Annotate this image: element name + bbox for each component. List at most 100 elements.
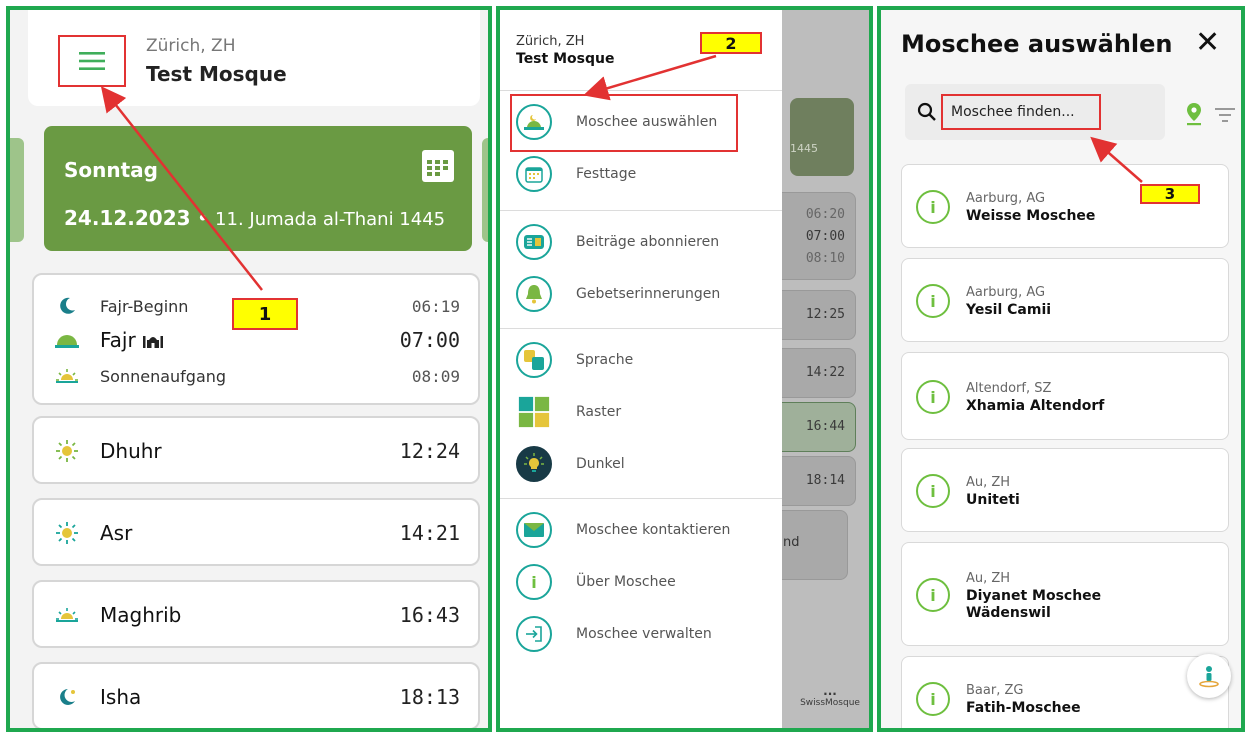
background-nav-label: SwissMosque <box>800 698 860 708</box>
menu-item-dark-mode[interactable]: Dunkel <box>516 446 625 482</box>
mosque-city: Altendorf, SZ <box>966 381 1052 396</box>
menu-item-manage[interactable]: Moschee verwalten <box>516 616 712 652</box>
prayer-row: Asr 14:21 <box>54 520 460 546</box>
dhuhr-card[interactable]: Dhuhr 12:24 <box>32 416 480 484</box>
header-card: Zürich, ZH Test Mosque <box>28 10 480 106</box>
mail-icon <box>516 512 552 548</box>
highlight-box <box>510 94 738 152</box>
location-city: Zürich, ZH <box>146 36 236 56</box>
annotation-label-2: 2 <box>700 32 762 54</box>
date-line: 24.12.2023 • 11. Jumada al-Thani 1445 <box>64 206 445 230</box>
crescent-moon-icon <box>54 293 80 319</box>
divider <box>500 90 782 91</box>
menu-item-language[interactable]: Sprache <box>516 342 633 378</box>
filter-icon[interactable] <box>1215 108 1235 122</box>
search-input[interactable] <box>941 94 1101 130</box>
prayer-time: 07:00 <box>399 328 460 352</box>
prayer-time: 14:21 <box>399 521 460 545</box>
mosque-list-item[interactable]: i Altendorf, SZ Xhamia Altendorf <box>901 352 1229 440</box>
prayer-name: Isha <box>100 685 142 709</box>
prayer-name: Sonnenaufgang <box>100 366 227 386</box>
prayer-row: Isha 18:13 <box>54 684 460 710</box>
menu-item-label: Dunkel <box>576 456 625 472</box>
menu-item-holidays[interactable]: Festtage <box>516 156 636 192</box>
drawer-mosque-name: Test Mosque <box>516 51 615 67</box>
bell-icon <box>516 276 552 312</box>
mosque-city: Au, ZH <box>966 571 1011 586</box>
sun-icon <box>54 520 80 546</box>
prayer-row: Maghrib 16:43 <box>54 602 460 628</box>
gregorian-date: 24.12.2023 <box>64 206 191 230</box>
menu-item-grid[interactable]: Raster <box>516 394 621 430</box>
nearby-location-button[interactable] <box>1187 654 1231 698</box>
asr-card[interactable]: Asr 14:21 <box>32 498 480 566</box>
prayer-row: Dhuhr 12:24 <box>54 438 460 464</box>
mosque-name: Xhamia Altendorf <box>966 398 1105 414</box>
prev-day-card[interactable] <box>10 138 24 242</box>
next-day-card[interactable] <box>482 138 488 242</box>
drawer-city: Zürich, ZH <box>516 34 585 49</box>
select-mosque-screen: Moschee auswählen ✕ i Aarburg, AG Weisse… <box>877 6 1245 732</box>
prayer-name: Fajr <box>100 328 400 352</box>
info-icon: i <box>516 564 552 600</box>
mosque-list-item[interactable]: i Au, ZH Diyanet Moschee Wädenswil <box>901 542 1229 646</box>
mosque-icon <box>143 336 164 348</box>
menu-item-about[interactable]: i Über Moschee <box>516 564 676 600</box>
background-time: 06:20 <box>805 207 845 222</box>
info-icon[interactable]: i <box>916 190 950 224</box>
mosque-city: Aarburg, AG <box>966 191 1046 206</box>
background-prayer-card: 14:22 <box>772 348 856 398</box>
prayer-name: Asr <box>100 521 133 545</box>
calendar-icon[interactable] <box>422 150 454 182</box>
prayer-time: 08:09 <box>411 366 460 386</box>
translate-icon <box>516 342 552 378</box>
mosque-name: Uniteti <box>966 492 1020 508</box>
divider <box>500 498 782 499</box>
fajr-card[interactable]: Fajr-Beginn 06:19 Fajr 07:00 Sonnenaufga… <box>32 273 480 405</box>
info-icon[interactable]: i <box>916 474 950 508</box>
menu-item-contact[interactable]: Moschee kontaktieren <box>516 512 730 548</box>
prayer-time: 12:24 <box>399 439 460 463</box>
page-title: Moschee auswählen <box>901 30 1173 58</box>
date-card: Sonntag 24.12.2023 • 11. Jumada al-Thani… <box>44 126 472 251</box>
sun-icon <box>54 438 80 464</box>
background-fajr-card: 06:20 07:00 08:10 <box>772 192 856 280</box>
mosque-list-item[interactable]: i Aarburg, AG Weisse Moschee <box>901 164 1229 248</box>
maghrib-card[interactable]: Maghrib 16:43 <box>32 580 480 648</box>
close-icon[interactable]: ✕ <box>1195 28 1220 58</box>
info-icon[interactable]: i <box>916 578 950 612</box>
bulb-icon <box>516 446 552 482</box>
mosque-list-item[interactable]: i Aarburg, AG Yesil Camii <box>901 258 1229 342</box>
mosque-city: Au, ZH <box>966 475 1011 490</box>
menu-item-label: Beiträge abonnieren <box>576 234 720 250</box>
mosque-name: Fatih-Moschee <box>966 700 1081 716</box>
background-date-card: 1445 <box>790 98 854 176</box>
date-separator: • <box>190 206 216 230</box>
hijri-date: 11. Jumada al-Thani 1445 <box>215 209 446 230</box>
menu-item-reminders[interactable]: Gebetserinnerungen <box>516 276 720 312</box>
menu-button[interactable] <box>58 35 126 87</box>
info-icon[interactable]: i <box>916 284 950 318</box>
info-icon[interactable]: i <box>916 682 950 716</box>
login-icon <box>516 616 552 652</box>
info-icon[interactable]: i <box>916 380 950 414</box>
isha-card[interactable]: Isha 18:13 <box>32 662 480 728</box>
menu-item-label: Festtage <box>576 166 637 182</box>
menu-item-label: Moschee verwalten <box>576 626 712 642</box>
background-time: 16:44 <box>805 419 845 434</box>
calendar-icon <box>516 156 552 192</box>
annotation-label-3: 3 <box>1140 184 1200 204</box>
menu-item-subscribe[interactable]: Beiträge abonnieren <box>516 224 719 260</box>
location-pin-icon[interactable] <box>1185 102 1203 126</box>
search-icon <box>917 102 936 121</box>
mosque-city: Aarburg, AG <box>966 285 1046 300</box>
mosque-list-item[interactable]: i Baar, ZG Fatih-Moschee <box>901 656 1229 728</box>
news-icon <box>516 224 552 260</box>
background-hijri: 1445 <box>790 142 818 155</box>
background-nav-item: ... SwissMosque <box>786 684 869 708</box>
background-time: 07:00 <box>805 229 845 244</box>
background-text: nd <box>783 535 800 550</box>
divider <box>500 210 782 211</box>
background-time: 08:10 <box>805 251 845 266</box>
mosque-list-item[interactable]: i Au, ZH Uniteti <box>901 448 1229 532</box>
